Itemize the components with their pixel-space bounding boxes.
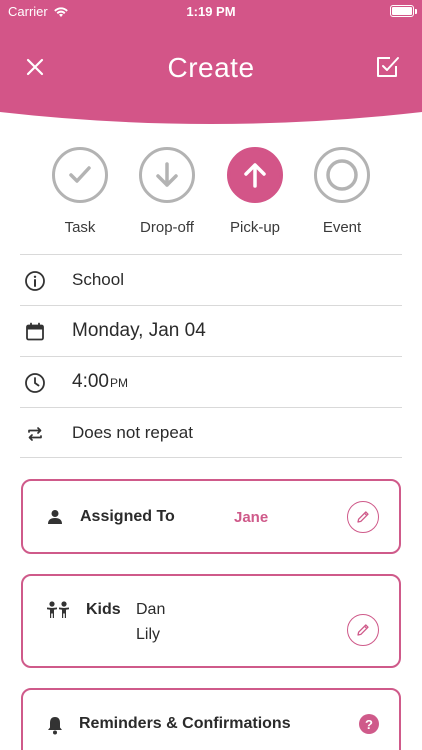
repeat-value: Does not repeat (72, 422, 193, 442)
clock-icon (25, 373, 45, 393)
repeat-icon (28, 427, 42, 441)
kids-card[interactable]: Kids Dan Lily (21, 574, 401, 668)
type-task-circle (52, 147, 108, 203)
details-list: School Monday, Jan 04 4:00PM Does not re… (20, 254, 402, 458)
assigned-to-card[interactable]: Assigned To Jane (21, 479, 401, 554)
time-value: 4:00 (72, 371, 109, 392)
type-drop-off[interactable]: Drop-off (122, 147, 212, 236)
type-task-label: Task (64, 219, 96, 236)
kids-title: Kids (86, 601, 121, 618)
assignee-name: Jane (234, 509, 269, 526)
assigned-to-title: Assigned To (80, 508, 175, 525)
type-event-label: Event (322, 219, 362, 236)
reminders-card[interactable]: Reminders & Confirmations ? (21, 688, 401, 750)
edit-assigned-button[interactable] (347, 501, 379, 533)
arrow-down-icon (156, 162, 178, 187)
repeat-row[interactable]: Does not repeat (20, 407, 402, 458)
checkmark-icon (69, 166, 91, 183)
kid-name: Dan (136, 601, 166, 618)
calendar-icon (26, 322, 44, 341)
type-pick-up-label: Pick-up (229, 219, 281, 236)
help-icon[interactable]: ? (359, 714, 379, 734)
header: Carrier 1:19 PM Create (0, 0, 422, 128)
person-icon (48, 510, 62, 524)
name-row[interactable]: School (20, 254, 402, 305)
type-drop-off-circle (139, 147, 195, 203)
save-button[interactable] (372, 52, 402, 82)
kids-icon (47, 601, 69, 618)
type-pick-up-circle (227, 147, 283, 203)
reminders-title: Reminders & Confirmations (79, 715, 291, 732)
status-time: 1:19 PM (186, 4, 236, 19)
name-value: School (72, 270, 124, 289)
time-suffix: PM (109, 376, 128, 390)
time-display: 4:00PM (72, 371, 128, 393)
kid-name: Lily (136, 626, 161, 643)
date-value: Monday, Jan 04 (72, 320, 206, 341)
edit-kids-button[interactable] (347, 614, 379, 646)
info-icon (25, 271, 45, 291)
check-square-icon (377, 57, 399, 77)
time-row[interactable]: 4:00PM (20, 356, 402, 407)
type-selector: Task Drop-off Pick-up Event (0, 147, 422, 239)
bell-icon (48, 717, 62, 735)
pencil-icon (357, 624, 369, 636)
type-drop-off-label: Drop-off (140, 219, 194, 236)
date-row[interactable]: Monday, Jan 04 (20, 305, 402, 356)
battery-icon (390, 5, 417, 17)
pencil-icon (357, 511, 369, 523)
type-event[interactable]: Event (297, 147, 387, 236)
status-bar: Carrier 1:19 PM (0, 0, 422, 24)
type-event-circle (314, 147, 370, 203)
arrow-up-icon (244, 163, 266, 188)
page-title: Create (167, 52, 255, 83)
type-pick-up[interactable]: Pick-up (210, 147, 300, 236)
type-task[interactable]: Task (35, 147, 125, 236)
ring-icon (326, 159, 358, 191)
